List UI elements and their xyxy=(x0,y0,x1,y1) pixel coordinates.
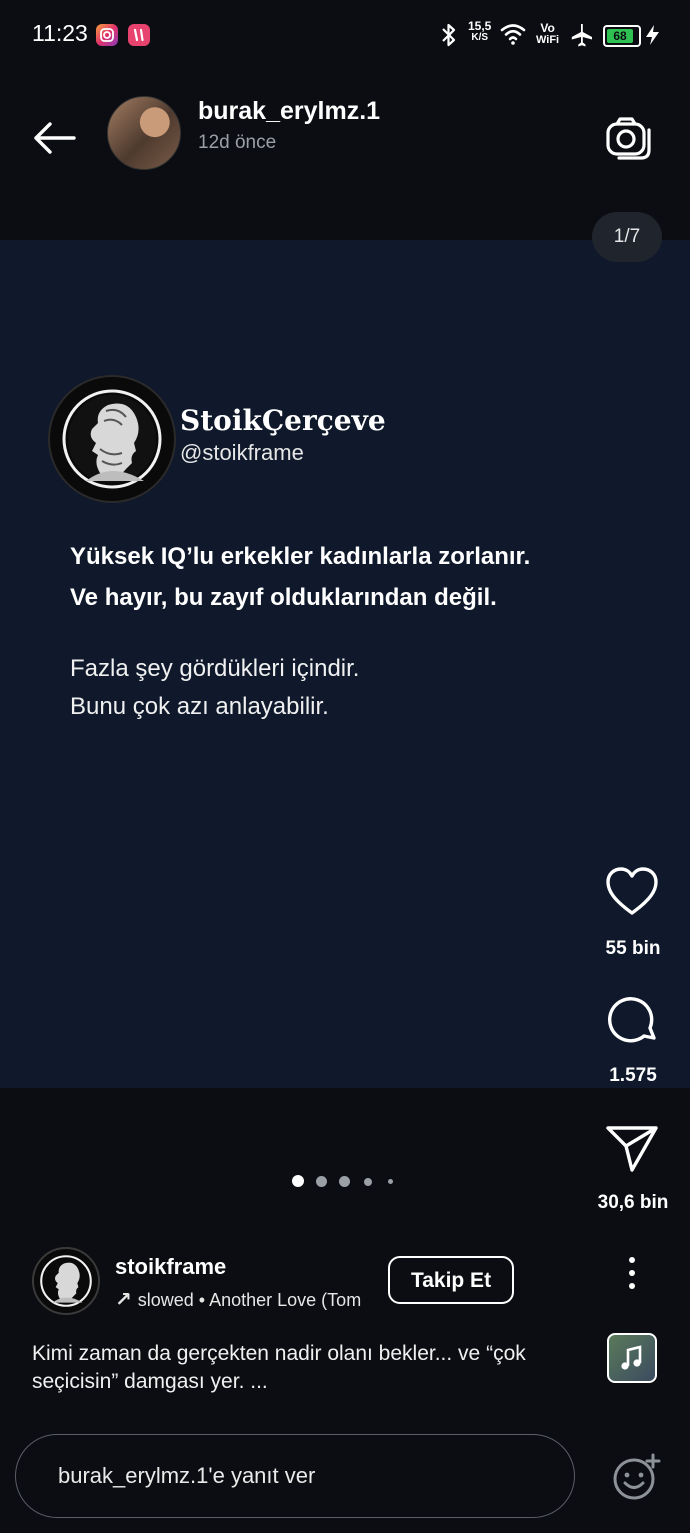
emoji-add-icon xyxy=(613,1453,661,1500)
stoic-bust-logo xyxy=(48,375,176,503)
battery-icon: 68 xyxy=(603,25,641,47)
story-username[interactable]: burak_erylmz.1 xyxy=(198,97,380,126)
back-button[interactable] xyxy=(30,120,78,156)
send-icon xyxy=(606,1126,658,1172)
avatar[interactable] xyxy=(107,96,181,170)
status-bar: 11:23 15,5 K/S Vo WiFi 68 xyxy=(0,0,690,70)
reply-placeholder: burak_erylmz.1'e yanıt ver xyxy=(58,1463,316,1488)
battery-level: 68 xyxy=(607,29,633,43)
share-count: 30,6 bin xyxy=(597,1192,669,1213)
airplane-icon xyxy=(571,24,592,47)
comment-icon xyxy=(608,997,656,1043)
quote-bold: Yüksek IQ’lu erkekler kadınlarla zorlanı… xyxy=(70,536,530,618)
share-button[interactable] xyxy=(604,1122,660,1174)
speed-value: 15,5 xyxy=(468,19,492,33)
quote-light: Fazla şey gördükleri içindir. Bunu çok a… xyxy=(70,650,359,726)
page-dot-active xyxy=(292,1175,304,1187)
music-info[interactable]: ↗ slowed • Another Love (Tom xyxy=(115,1287,375,1311)
comment-count: 1.575 xyxy=(609,1065,657,1086)
page-dot xyxy=(339,1176,350,1187)
slide-counter: 1/7 xyxy=(592,212,662,262)
like-count: 55 bin xyxy=(605,938,661,959)
post-caption[interactable]: Kimi zaman da gerçekten nadir olanı bekl… xyxy=(32,1340,580,1396)
story-time: 12d önce xyxy=(198,132,277,153)
story-header xyxy=(0,70,690,240)
page-dot xyxy=(316,1176,327,1187)
page-dot xyxy=(364,1178,372,1186)
music-note-icon xyxy=(621,1345,642,1370)
brand-name: StoikÇerçeve xyxy=(180,404,386,437)
poster-username[interactable]: stoikframe xyxy=(115,1254,226,1280)
page-dot xyxy=(388,1179,393,1184)
more-vertical-icon xyxy=(629,1257,635,1289)
app-icon xyxy=(128,24,150,46)
charging-icon xyxy=(646,25,659,45)
music-thumbnail[interactable] xyxy=(607,1333,657,1383)
arrow-up-right-icon: ↗ xyxy=(115,1289,132,1311)
arrow-left-icon xyxy=(34,122,76,154)
sticker-button[interactable] xyxy=(610,1452,662,1502)
quote-line: Ve hayır, bu zayıf olduklarından değil. xyxy=(70,584,497,611)
music-title: slowed • Another Love (Tom xyxy=(137,1290,362,1310)
vowifi-bottom: WiFi xyxy=(536,34,560,46)
more-options-button[interactable] xyxy=(616,1255,648,1291)
quote-line: Bunu çok azı anlayabilir. xyxy=(70,693,329,720)
camera-icon xyxy=(606,117,651,160)
quote-line: Yüksek IQ’lu erkekler kadınlarla zorlanı… xyxy=(70,543,531,570)
poster-avatar[interactable] xyxy=(32,1247,100,1315)
vowifi-indicator: Vo WiFi xyxy=(536,22,559,46)
vowifi-top: Vo xyxy=(540,21,555,35)
camera-button[interactable] xyxy=(605,116,653,160)
network-speed: 15,5 K/S xyxy=(468,20,491,44)
status-time: 11:23 xyxy=(32,20,88,46)
speed-unit: K/S xyxy=(471,32,489,43)
quote-line: Fazla şey gördükleri içindir. xyxy=(70,655,360,682)
bluetooth-icon xyxy=(442,23,456,47)
like-button[interactable] xyxy=(604,866,660,918)
heart-icon xyxy=(606,867,658,915)
brand-handle: @stoikframe xyxy=(180,440,304,465)
follow-button[interactable]: Takip Et xyxy=(388,1256,514,1304)
instagram-icon xyxy=(96,24,118,46)
comment-button[interactable] xyxy=(604,994,660,1046)
wifi-icon xyxy=(500,24,526,45)
